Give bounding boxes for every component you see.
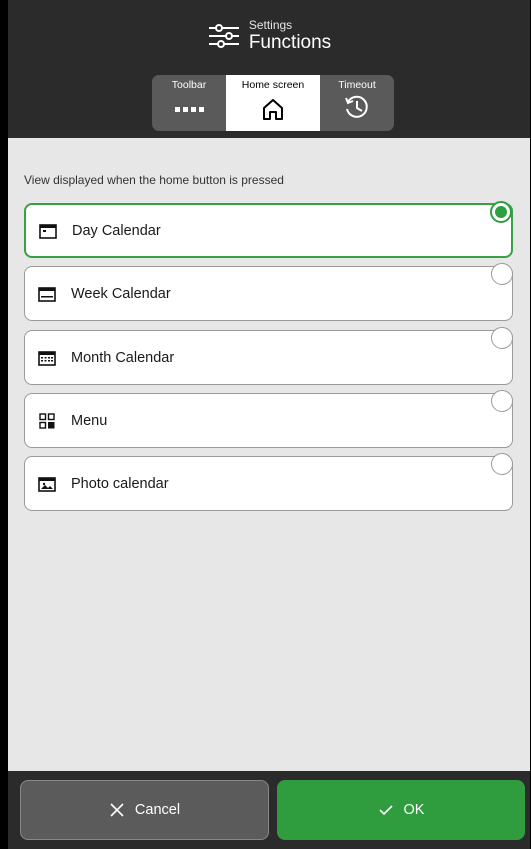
tab-timeout[interactable]: Timeout <box>320 75 394 131</box>
tab-label: Timeout <box>338 79 376 91</box>
cancel-button[interactable]: Cancel <box>20 780 269 840</box>
history-clock-icon <box>345 95 368 118</box>
option-menu[interactable]: Menu <box>24 390 513 448</box>
footer: Cancel OK <box>8 771 530 849</box>
option-label: Menu <box>71 412 108 429</box>
radio-unselected[interactable] <box>491 453 513 475</box>
tab-toolbar[interactable]: Toolbar <box>152 75 226 131</box>
option-photo-calendar[interactable]: Photo calendar <box>24 453 513 511</box>
check-icon <box>378 805 393 816</box>
content-area: View displayed when the home button is p… <box>8 138 530 771</box>
toolbar-dots-icon <box>175 107 204 112</box>
radio-unselected[interactable] <box>491 263 513 285</box>
ok-button[interactable]: OK <box>277 780 525 840</box>
option-month-calendar[interactable]: Month Calendar <box>24 327 513 385</box>
option-label: Month Calendar <box>71 349 175 366</box>
ok-label: OK <box>403 802 425 818</box>
title-group: Settings Functions <box>8 18 530 54</box>
sliders-icon <box>208 24 239 48</box>
month-calendar-icon <box>37 348 57 368</box>
app-frame: Settings Functions Toolbar Home screen T… <box>7 0 531 849</box>
page-title: Functions <box>248 32 332 53</box>
photo-calendar-icon <box>37 474 57 494</box>
tab-label: Toolbar <box>171 79 207 91</box>
cancel-label: Cancel <box>134 802 181 818</box>
tab-label: Home screen <box>241 79 305 91</box>
description-text: View displayed when the home button is p… <box>24 173 284 187</box>
option-label: Week Calendar <box>71 285 171 302</box>
radio-selected[interactable] <box>490 201 512 223</box>
home-icon <box>263 99 283 120</box>
radio-unselected[interactable] <box>491 327 513 349</box>
tab-bar: Toolbar Home screen Timeout <box>152 75 394 131</box>
option-label: Photo calendar <box>71 475 169 492</box>
header: Settings Functions Toolbar Home screen T… <box>8 0 530 138</box>
radio-unselected[interactable] <box>491 390 513 412</box>
page-subtitle: Settings <box>248 18 293 32</box>
menu-grid-icon <box>37 411 57 431</box>
option-label: Day Calendar <box>72 222 161 239</box>
title-text: Settings Functions <box>249 18 331 54</box>
day-calendar-icon <box>38 221 58 241</box>
close-icon <box>110 803 124 817</box>
week-calendar-icon <box>37 284 57 304</box>
option-week-calendar[interactable]: Week Calendar <box>24 263 513 321</box>
option-day-calendar[interactable]: Day Calendar <box>24 201 513 258</box>
tab-home-screen[interactable]: Home screen <box>226 75 320 131</box>
